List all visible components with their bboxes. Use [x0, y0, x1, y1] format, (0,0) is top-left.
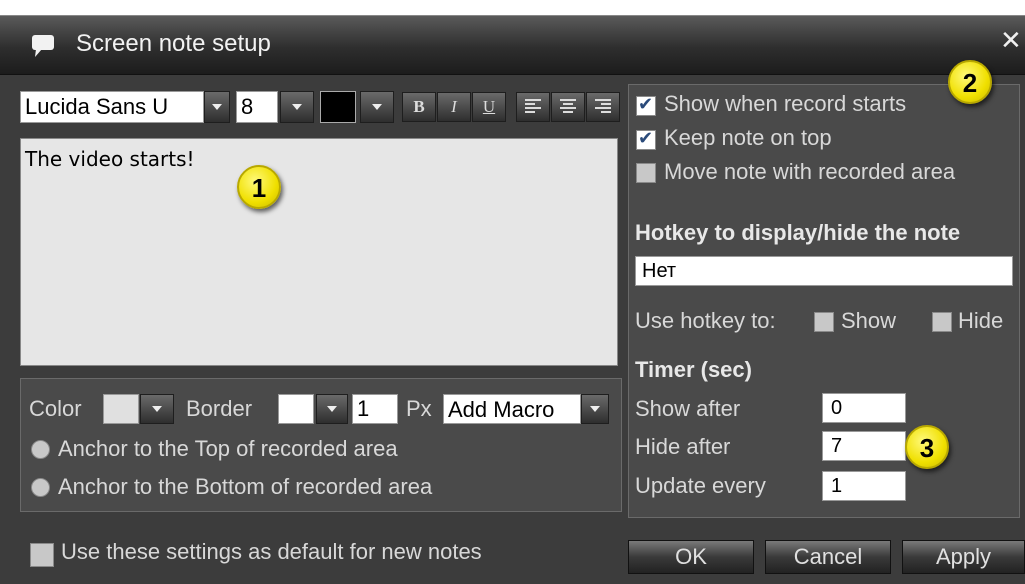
note-text-area[interactable]: The video starts! — [20, 138, 618, 366]
anchor-top-label: Anchor to the Top of recorded area — [58, 436, 398, 461]
font-size-dropdown-button[interactable] — [280, 91, 314, 123]
border-color-swatch[interactable] — [278, 394, 314, 424]
hide-after-input[interactable]: 7 — [822, 431, 906, 461]
keep-note-on-top-label: Keep note on top — [664, 125, 832, 150]
callout-badge-1: 1 — [237, 165, 281, 209]
text-color-swatch[interactable] — [320, 91, 356, 123]
anchor-top-radio[interactable] — [31, 440, 50, 459]
keep-note-on-top-checkbox[interactable] — [636, 128, 656, 150]
border-color-dropdown-button[interactable] — [316, 394, 348, 424]
timer-heading: Timer (sec) — [635, 357, 752, 382]
font-name-dropdown-button[interactable] — [204, 91, 230, 123]
move-note-with-area-checkbox[interactable] — [636, 163, 656, 183]
dialog-window: Screen note setup ✕ Lucida Sans U 8 B I … — [0, 15, 1025, 584]
hotkey-show-checkbox[interactable] — [814, 312, 834, 332]
move-note-with-area-label: Move note with recorded area — [664, 159, 956, 184]
color-label: Color — [29, 396, 82, 421]
close-icon[interactable]: ✕ — [1000, 25, 1022, 55]
text-color-dropdown-button[interactable] — [360, 91, 394, 123]
add-macro-dropdown-button[interactable] — [581, 394, 609, 424]
anchor-bottom-label: Anchor to the Bottom of recorded area — [58, 474, 433, 499]
apply-button[interactable]: Apply — [902, 540, 1025, 574]
hotkey-input[interactable]: Нет — [635, 256, 1013, 286]
hotkey-show-label: Show — [841, 308, 897, 333]
show-after-input[interactable]: 0 — [822, 393, 906, 423]
cancel-button[interactable]: Cancel — [765, 540, 891, 574]
use-as-default-checkbox[interactable] — [30, 543, 54, 567]
update-every-input[interactable]: 1 — [822, 471, 906, 501]
show-after-label: Show after — [635, 396, 741, 421]
window-title: Screen note setup — [76, 30, 271, 57]
font-name-select[interactable]: Lucida Sans U — [20, 91, 204, 123]
hide-after-label: Hide after — [635, 434, 731, 459]
fill-color-dropdown-button[interactable] — [140, 394, 174, 424]
use-hotkey-label: Use hotkey to: — [635, 308, 776, 333]
align-right-icon — [595, 99, 611, 113]
callout-badge-2: 2 — [948, 60, 992, 104]
hotkey-hide-checkbox[interactable] — [932, 312, 952, 332]
px-label: Px — [406, 396, 432, 421]
align-center-button[interactable] — [551, 92, 585, 122]
underline-button[interactable]: U — [472, 92, 506, 122]
show-when-record-starts-checkbox[interactable] — [636, 94, 656, 116]
update-every-label: Update every — [635, 473, 766, 498]
show-when-record-starts-label: Show when record starts — [664, 91, 907, 116]
align-left-button[interactable] — [516, 92, 550, 122]
note-icon — [32, 35, 54, 57]
title-bar: Screen note setup ✕ — [0, 16, 1025, 75]
callout-badge-3: 3 — [905, 425, 949, 469]
align-right-button[interactable] — [586, 92, 620, 122]
hotkey-hide-label: Hide — [958, 308, 1004, 333]
italic-button[interactable]: I — [437, 92, 471, 122]
bold-button[interactable]: B — [402, 92, 436, 122]
align-center-icon — [560, 99, 576, 113]
border-label: Border — [186, 396, 253, 421]
ok-button[interactable]: OK — [628, 540, 754, 574]
hotkey-heading: Hotkey to display/hide the note — [635, 220, 961, 245]
anchor-bottom-radio[interactable] — [31, 478, 50, 497]
font-size-select[interactable]: 8 — [236, 91, 278, 123]
fill-color-swatch[interactable] — [103, 394, 139, 424]
border-width-input[interactable]: 1 — [352, 394, 398, 424]
use-as-default-label: Use these settings as default for new no… — [61, 539, 482, 564]
add-macro-select[interactable]: Add Macro — [443, 394, 581, 424]
align-left-icon — [525, 99, 541, 113]
